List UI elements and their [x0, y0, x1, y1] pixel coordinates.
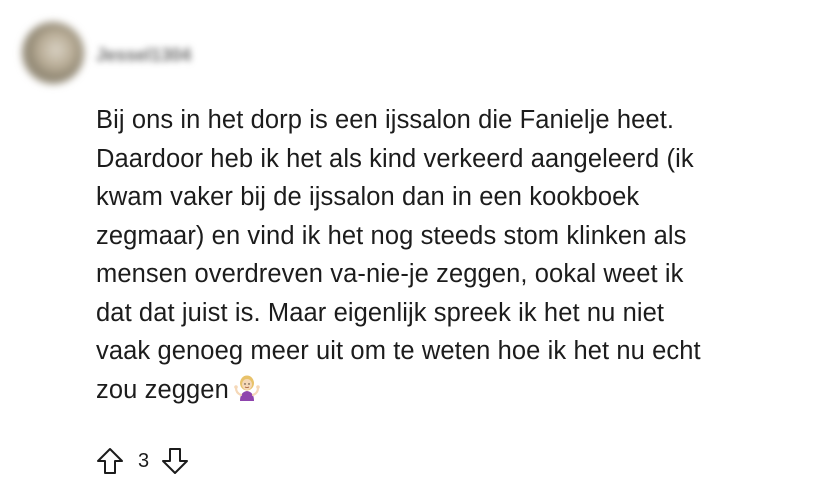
comment-line-last: zou zeggen — [96, 371, 796, 410]
upvote-button[interactable] — [94, 445, 126, 477]
person-shrugging-emoji-icon — [233, 374, 261, 402]
arrow-down-icon — [162, 448, 189, 474]
comment-line: zegmaar) en vind ik het nog steeds stom … — [96, 221, 687, 250]
comment-line: mensen overdreven va-nie-je zeggen, ooka… — [96, 260, 684, 288]
vote-bar: 3 — [94, 444, 191, 478]
comment-line: dat dat juist is. Maar eigenlijk spreek … — [96, 298, 665, 327]
comment: Jessel1304 Bij ons in het dorp is een ij… — [0, 0, 822, 504]
downvote-button[interactable] — [159, 445, 191, 477]
username[interactable]: Jessel1304 — [96, 45, 191, 66]
comment-body: Bij ons in het dorp is een ijssalon die … — [96, 101, 796, 409]
comment-line: Bij ons in het dorp is een ijssalon die … — [96, 106, 675, 134]
comment-line-text: zou zeggen — [96, 375, 229, 404]
comment-line: Daardoor heb ik het als kind verkeerd aa… — [96, 144, 694, 173]
avatar[interactable] — [22, 22, 84, 84]
comment-line: kwam vaker bij de ijssalon dan in een ko… — [96, 183, 640, 211]
arrow-up-icon — [97, 448, 123, 474]
vote-count: 3 — [138, 449, 150, 472]
comment-line: vaak genoeg meer uit om te weten hoe ik … — [96, 337, 701, 365]
